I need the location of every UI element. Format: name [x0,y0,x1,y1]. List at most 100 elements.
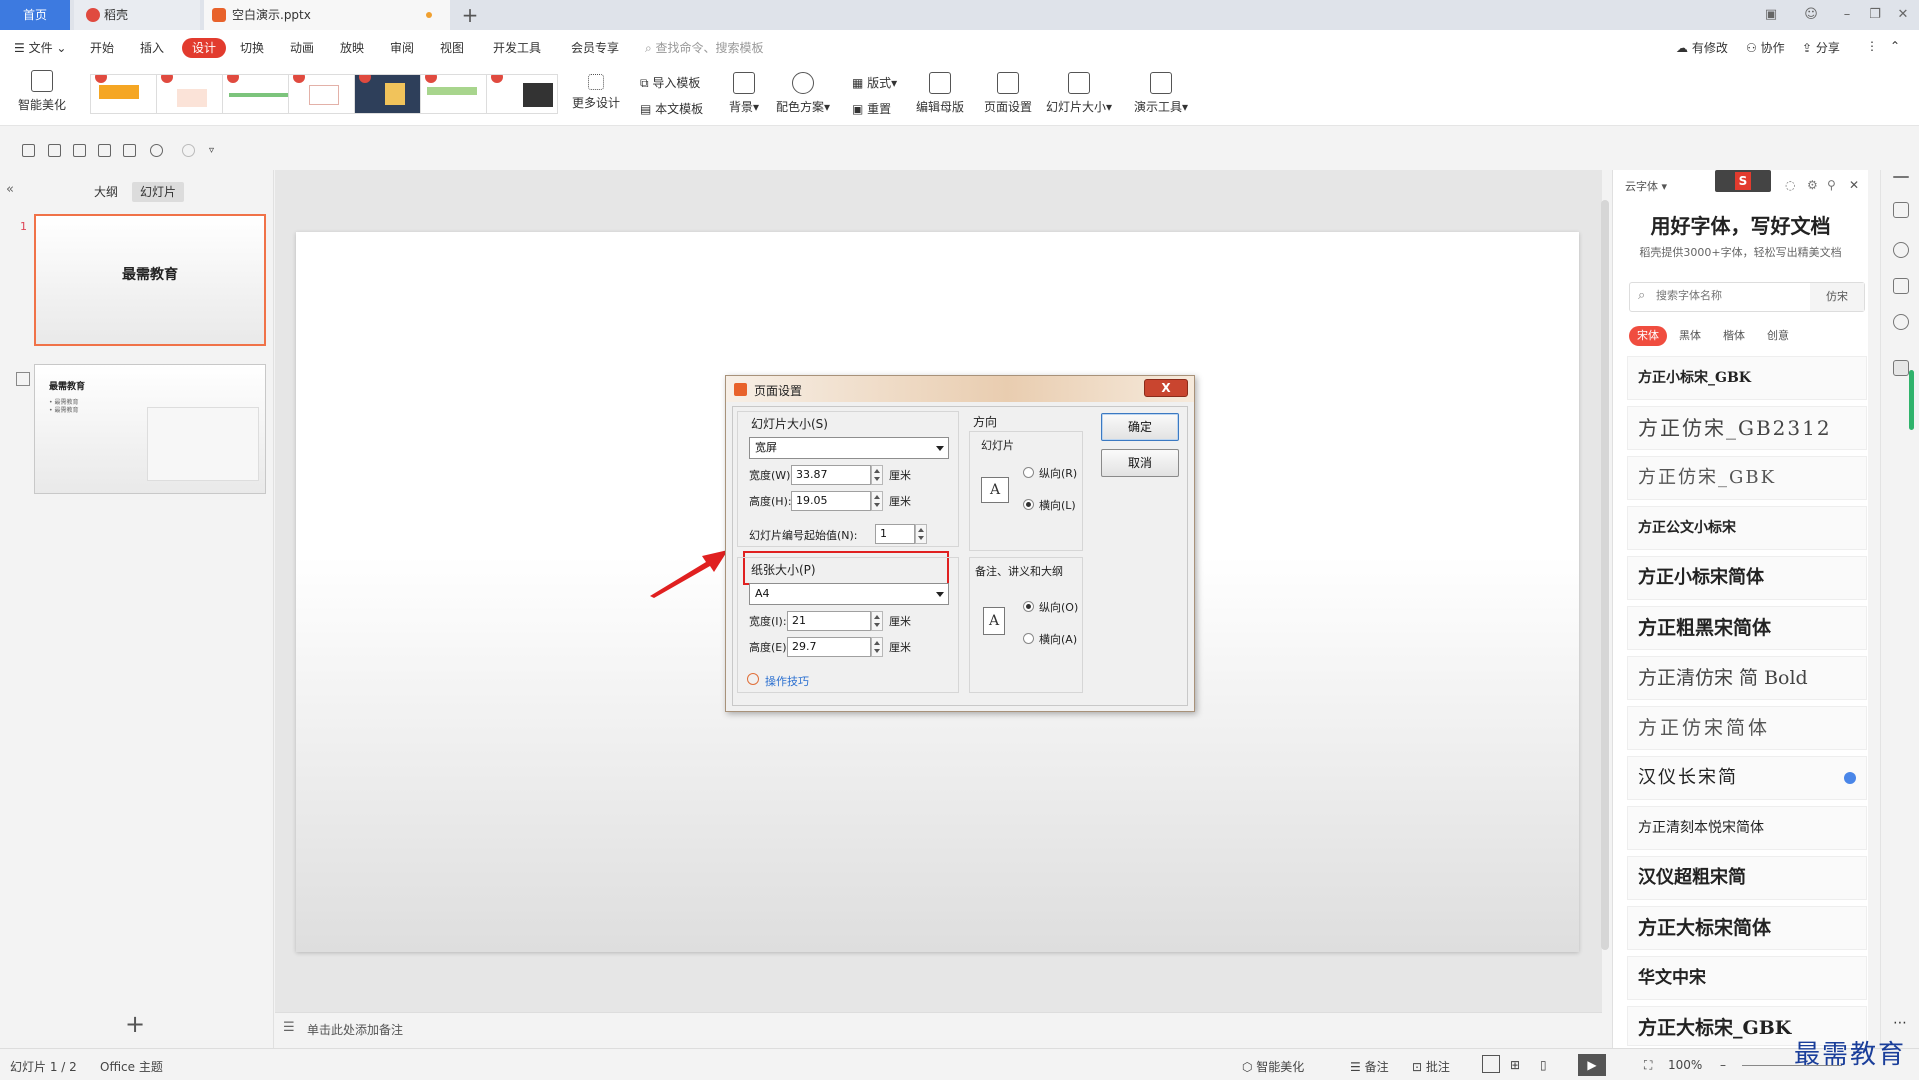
tab-document[interactable]: 空白演示.pptx [204,0,450,30]
font-item[interactable]: 方正仿宋_GBK [1627,456,1867,500]
present-tools-button[interactable]: 演示工具▾ [1130,72,1192,115]
menu-developer[interactable]: 开发工具 [493,38,541,58]
slides-landscape-radio[interactable] [1023,499,1034,510]
background-button[interactable]: 背景▾ [724,72,764,115]
template-thumb[interactable] [354,74,426,114]
zoom-level[interactable]: 100% [1668,1058,1702,1072]
slides-portrait-label[interactable]: 纵向(R) [1039,465,1077,481]
start-number-input[interactable]: 1 [875,524,915,544]
font-item[interactable]: 方正小标宋_GBK [1627,356,1867,400]
font-item[interactable]: 汉仪长宋简 [1627,756,1867,800]
template-thumb[interactable] [90,74,162,114]
new-tab-button[interactable]: + [458,2,482,28]
share-button[interactable]: ⇪ 分享 [1802,39,1840,56]
template-thumb[interactable] [222,74,294,114]
dialog-close-button[interactable]: X [1144,379,1188,397]
menu-slideshow[interactable]: 放映 [340,38,364,58]
more-icon[interactable]: ⋯ [1893,1016,1909,1034]
slide-size-select[interactable]: 宽屏 [749,437,949,459]
font-item[interactable]: 方正小标宋简体 [1627,556,1867,600]
gear-icon[interactable]: ⚙ [1807,178,1818,192]
font-search-input[interactable] [1656,289,1796,302]
menu-insert[interactable]: 插入 [140,38,164,58]
notes-landscape-radio[interactable] [1023,633,1034,644]
menu-view[interactable]: 视图 [440,38,464,58]
font-search-tag[interactable]: 仿宋 [1810,283,1864,311]
menu-file[interactable]: ☰ 文件 ⌄ [14,38,66,58]
slides-portrait-radio[interactable] [1023,467,1034,478]
smart-beautify-status-button[interactable]: ⬡ 智能美化 [1242,1058,1304,1075]
notes-portrait-label[interactable]: 纵向(O) [1039,599,1078,615]
template-thumb[interactable] [420,74,492,114]
notes-portrait-radio[interactable] [1023,601,1034,612]
reading-view-icon[interactable]: ▯ [1540,1058,1547,1072]
width-spinner[interactable] [871,465,883,485]
zoom-out-icon[interactable]: – [1720,1058,1726,1072]
close-panel-icon[interactable]: ✕ [1849,178,1859,192]
format-painter-icon[interactable] [73,144,86,157]
redo-icon[interactable] [182,144,195,157]
play-icon[interactable]: ▶ [1578,1054,1606,1076]
help-icon[interactable] [1893,314,1909,330]
paper-size-select[interactable]: A4 [749,583,949,605]
color-scheme-button[interactable]: 配色方案▾ [770,72,836,115]
copy-icon[interactable] [1893,278,1909,294]
paper-width-spinner[interactable] [871,611,883,631]
layout-button[interactable]: ▦ 版式▾ [852,74,897,91]
theme-name[interactable]: Office 主题 [100,1058,163,1075]
font-item[interactable]: 方正公文小标宋 [1627,506,1867,550]
fit-window-icon[interactable]: ⛶ [1644,1058,1652,1073]
scrollbar-thumb[interactable] [1601,200,1609,950]
tab-home[interactable]: 首页 [0,0,70,30]
paper-height-input[interactable]: 29.7 [787,637,871,657]
slide-thumbnail-1[interactable]: 最需教育 [34,214,266,346]
menu-transition[interactable]: 切换 [240,38,264,58]
minimize-icon[interactable]: – [1836,4,1858,26]
font-item[interactable]: 方正清刻本悦宋简体 [1627,806,1867,850]
font-item[interactable]: 方正仿宋_GB2312 [1627,406,1867,450]
avatar[interactable]: ☺ [1800,4,1822,26]
font-item[interactable]: 方正大标宋简体 [1627,906,1867,950]
sliders-icon[interactable] [1893,202,1909,218]
font-item[interactable]: 方正仿宋简体 [1627,706,1867,750]
category-songti[interactable]: 宋体 [1629,326,1667,346]
font-tool-icon[interactable] [1893,360,1909,376]
pin-icon[interactable]: ⚲ [1827,178,1836,192]
category-heiti[interactable]: 黑体 [1679,326,1701,346]
notes-placeholder[interactable]: 单击此处添加备注 [307,1021,403,1038]
font-item[interactable]: 方正粗黑宋简体 [1627,606,1867,650]
command-search[interactable]: ⌕ 查找命令、搜索模板 [645,39,764,56]
notes-landscape-label[interactable]: 横向(A) [1039,631,1077,647]
slide-size-button[interactable]: 幻灯片大小▾ [1042,72,1116,115]
more-design-button[interactable]: 更多设计 [570,74,622,111]
vertical-scrollbar[interactable] [1600,178,1610,1012]
menu-review[interactable]: 审阅 [390,38,414,58]
width-input[interactable]: 33.87 [791,465,871,485]
undo-icon[interactable] [150,144,163,157]
font-item[interactable]: 方正清仿宋 简 Bold [1627,656,1867,700]
font-item[interactable]: 华文中宋 [1627,956,1867,1000]
category-kaiti[interactable]: 楷体 [1723,326,1745,346]
collapse-panel-icon[interactable]: « [6,182,14,197]
reset-button[interactable]: ▣ 重置 [852,100,891,117]
dialog-titlebar[interactable]: 页面设置 X [726,376,1194,402]
add-slide-button[interactable]: + [125,1010,145,1038]
layout-icon[interactable]: ▣ [1760,4,1782,26]
tab-slides[interactable]: 幻灯片 [132,182,185,202]
slides-landscape-label[interactable]: 横向(L) [1039,497,1076,513]
normal-view-icon[interactable] [1482,1055,1500,1073]
font-item[interactable]: 汉仪超粗宋简 [1627,856,1867,900]
chat-icon[interactable]: ◌ [1785,178,1795,192]
menu-design[interactable]: 设计 [182,38,227,58]
category-creative[interactable]: 创意 [1767,326,1789,346]
tab-daoke[interactable]: 稻壳 [74,0,200,30]
paper-width-input[interactable]: 21 [787,611,871,631]
paper-height-spinner[interactable] [871,637,883,657]
height-spinner[interactable] [871,491,883,511]
template-thumb[interactable] [486,74,558,114]
start-number-spinner[interactable] [915,524,927,544]
tips-link[interactable]: 操作技巧 [765,673,809,689]
restore-icon[interactable]: ❐ [1864,4,1886,26]
star-icon[interactable] [1893,242,1909,258]
more-icon[interactable]: ⋮ [1866,39,1878,53]
